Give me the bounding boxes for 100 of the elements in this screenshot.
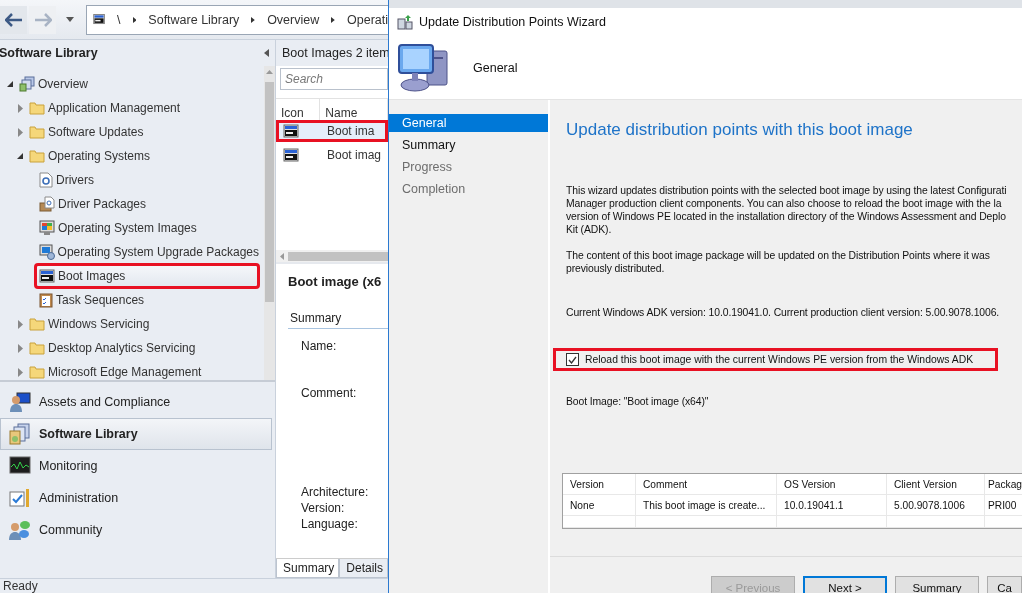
scroll-up-icon[interactable]	[266, 70, 273, 74]
field-label: Name:	[301, 338, 338, 354]
folder-icon	[29, 341, 45, 355]
wizard-step[interactable]: Summary	[389, 136, 548, 154]
field-label: Version:	[301, 500, 346, 516]
monitor-icon	[93, 12, 106, 27]
documents-icon	[9, 423, 31, 445]
table-cell: This boot image is create...	[636, 495, 777, 515]
breadcrumb-item[interactable]: \	[117, 12, 121, 27]
monitor-icon	[283, 147, 299, 163]
server-arrow-icon	[397, 14, 413, 30]
checkbox[interactable]	[566, 353, 579, 366]
folder-icon	[29, 317, 45, 331]
overview-icon	[19, 76, 35, 92]
monitor-graph-icon	[9, 456, 31, 476]
scrollbar[interactable]	[276, 250, 388, 262]
breadcrumb-bar[interactable]: \ Software Library Overview Operati	[86, 4, 388, 35]
package-icon	[39, 196, 55, 212]
table-cell: 10.0.19041.1	[777, 495, 887, 515]
reload-option[interactable]: Reload this boot image with the current Windows PE version from the Windows ADK	[553, 348, 998, 371]
wizard-step[interactable]: General	[389, 114, 548, 132]
tree-item[interactable]: Desktop Analytics Servicing	[26, 337, 201, 359]
collapsed-arrow-icon[interactable]	[17, 103, 23, 113]
tree-item[interactable]: Windows Servicing	[26, 313, 155, 335]
page-header: General	[473, 60, 518, 75]
tree-item[interactable]: Operating System Images	[36, 217, 202, 239]
wizard-button[interactable]: Next >	[803, 576, 887, 593]
wizard-button[interactable]: Ca	[987, 576, 1022, 593]
search-field[interactable]: Search	[280, 68, 388, 90]
breadcrumb-item[interactable]: Operati	[347, 12, 388, 27]
monitor-icon	[39, 220, 55, 236]
page-heading: Update distribution points with this boot image	[566, 119, 914, 141]
tree-item[interactable]: Application Management	[26, 97, 186, 119]
expanded-arrow-icon[interactable]	[16, 152, 24, 160]
list-title: Boot Images 2 item	[276, 40, 388, 66]
tree-item[interactable]: Microsoft Edge Management	[26, 361, 207, 380]
clipboard-icon	[39, 292, 53, 308]
workspace-item[interactable]: Monitoring	[0, 450, 272, 482]
status-bar: Ready	[0, 578, 388, 593]
pane-title: Software Library	[0, 46, 98, 60]
column-header[interactable]: Client Version	[887, 474, 985, 494]
list-row[interactable]: Boot ima	[276, 120, 388, 142]
people-chat-icon	[9, 519, 31, 541]
field-label: Language:	[301, 516, 359, 532]
wizard-button[interactable]: Summary	[895, 576, 979, 593]
monitor-icon	[39, 268, 55, 284]
workspace-item[interactable]: Administration	[0, 482, 272, 514]
document-gear-icon	[39, 172, 53, 188]
workspace-item[interactable]: Assets and Compliance	[0, 386, 272, 418]
collapsed-arrow-icon[interactable]	[17, 367, 23, 377]
collapsed-arrow-icon[interactable]	[17, 127, 23, 137]
tree-item[interactable]: Overview	[16, 73, 93, 95]
table-cell: 5.00.9078.1006	[887, 495, 985, 515]
content-paragraph: The content of this boot image package will be updated on the Distribution Points where it was previously distributed.	[566, 249, 991, 275]
folder-icon	[29, 125, 45, 139]
monitor-icon	[283, 123, 299, 139]
tree-item[interactable]: Drivers	[36, 169, 99, 191]
details-title: Boot image (x6	[288, 274, 383, 289]
back-button[interactable]	[0, 5, 27, 34]
forward-arrow-icon	[33, 12, 52, 27]
window-title: Update Distribution Points Wizard	[419, 15, 606, 29]
monitor-icon	[38, 244, 55, 260]
column-header[interactable]: Packag	[985, 474, 1022, 494]
checklist-wrench-icon	[9, 487, 31, 509]
expanded-arrow-icon[interactable]	[6, 80, 14, 88]
collapsed-arrow-icon[interactable]	[17, 343, 23, 353]
list-row[interactable]: Boot imag	[276, 144, 388, 166]
collapsed-arrow-icon[interactable]	[17, 319, 23, 329]
tree-item[interactable]: Operating System Upgrade Packages	[35, 241, 264, 263]
folder-icon	[29, 101, 45, 115]
caret-icon	[66, 17, 74, 22]
tab[interactable]: Details	[339, 559, 388, 578]
user-computer-icon	[9, 391, 31, 413]
scroll-left-icon[interactable]	[280, 252, 284, 260]
chevron-icon	[331, 15, 335, 24]
table-cell: PRI00	[985, 495, 1022, 515]
collapse-icon[interactable]	[264, 49, 269, 57]
adk-version-text: Current Windows ADK version: 10.0.19041.0. Current production client version: 5.00.9078.1006.	[566, 306, 1001, 319]
field-label: Architecture:	[301, 484, 370, 500]
tree-item[interactable]: Driver Packages	[36, 193, 152, 215]
table-cell: None	[563, 495, 636, 515]
tree-item[interactable]: Task Sequences	[36, 289, 150, 311]
field-label: Comment:	[301, 385, 358, 401]
folder-icon	[29, 149, 45, 163]
workspace-item[interactable]: Software Library	[0, 418, 272, 450]
tab[interactable]: Summary	[276, 559, 340, 578]
chevron-icon	[132, 15, 137, 24]
column-header[interactable]: Comment	[636, 474, 777, 494]
tree-item[interactable]: Software Updates	[26, 121, 149, 143]
intro-paragraph: This wizard updates distribution points with the selected boot image by using the latest Configurati Manager production client components. You can also choose to reload the boot image with the la version of Windows PE located in the installation directory of the Windows Assessment and Deplo Kit (ADK).	[566, 184, 1008, 236]
scrollbar[interactable]	[264, 66, 275, 380]
column-header[interactable]: Version	[563, 474, 636, 494]
breadcrumb-item[interactable]: Overview	[267, 12, 320, 27]
column-header[interactable]: OS Version	[777, 474, 887, 494]
tree-item[interactable]: Boot Images	[36, 265, 258, 287]
breadcrumb-item[interactable]: Software Library	[148, 12, 240, 27]
tree-item[interactable]: Operating Systems	[26, 145, 156, 167]
workspace-item[interactable]: Community	[0, 514, 272, 546]
chevron-icon	[251, 15, 256, 24]
back-arrow-icon	[4, 12, 23, 27]
